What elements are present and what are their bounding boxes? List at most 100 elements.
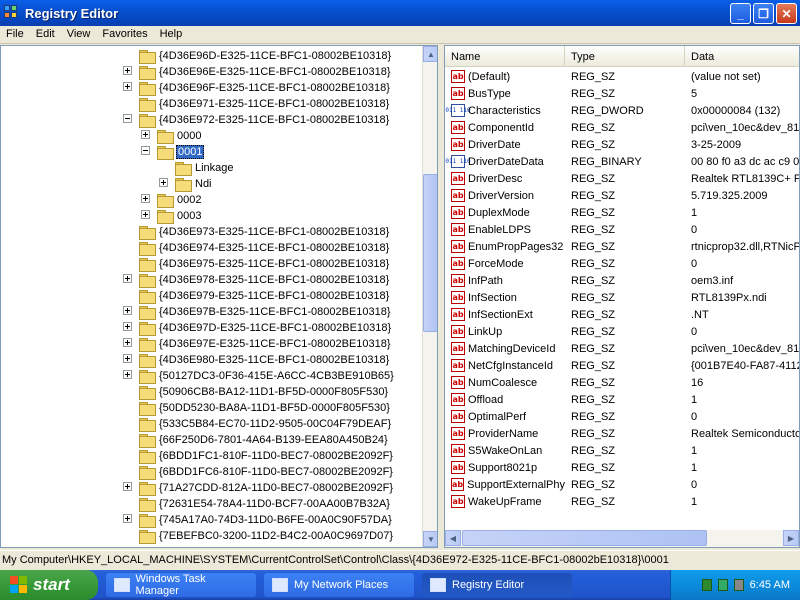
value-row[interactable]: ab SupportExternalPhy REG_SZ 0 [445, 476, 799, 493]
value-row[interactable]: ab BusType REG_SZ 5 [445, 85, 799, 102]
tree-node[interactable]: {4D36E973-E325-11CE-BFC1-08002BE10318} [123, 224, 390, 240]
value-row[interactable]: ab EnumPropPages32 REG_SZ rtnicprop32.dll,R… [445, 238, 799, 255]
maximize-button[interactable]: ❐ [753, 3, 774, 24]
scroll-down-button[interactable]: ▼ [423, 531, 437, 547]
start-button[interactable]: start [0, 570, 98, 600]
tree-node[interactable]: {4D36E96D-E325-11CE-BFC1-08002BE10318} [123, 48, 392, 64]
tree-node[interactable]: 0001 [141, 144, 205, 160]
expand-icon[interactable] [141, 194, 150, 203]
tree-node[interactable]: {6BDD1FC6-810F-11D0-BEC7-08002BE2092F} [123, 464, 394, 480]
value-row[interactable]: ab Support8021p REG_SZ 1 [445, 459, 799, 476]
scroll-up-button[interactable]: ▲ [423, 46, 437, 62]
tree-node[interactable]: {4D36E97E-E325-11CE-BFC1-08002BE10318} [123, 336, 392, 352]
value-row[interactable]: ab DriverDate REG_SZ 3-25-2009 [445, 136, 799, 153]
tree-scrollbar[interactable]: ▲ ▼ [422, 46, 437, 547]
network-icon[interactable] [701, 579, 712, 591]
tree-node[interactable]: {745A17A0-74D3-11D0-B6FE-00A0C90F57DA} [123, 512, 393, 528]
menu-view[interactable]: View [61, 26, 97, 43]
tree-node[interactable]: {4D36E96F-E325-11CE-BFC1-08002BE10318} [123, 80, 391, 96]
column-type[interactable]: Type [565, 46, 685, 67]
value-row[interactable]: ab ComponentId REG_SZ pci\ven_10ec&dev_81 [445, 119, 799, 136]
value-row[interactable]: ab LinkUp REG_SZ 0 [445, 323, 799, 340]
tray-app-icon[interactable] [717, 579, 728, 591]
list-horizontal-scrollbar[interactable]: ◀ ▶ [445, 530, 799, 547]
registry-tree[interactable]: ▲ ▼ {4D36E96D-E325-11CE-BFC1-08002BE1031… [0, 45, 438, 548]
tree-node[interactable]: {4D36E975-E325-11CE-BFC1-08002BE10318} [123, 256, 390, 272]
expand-icon[interactable] [159, 178, 168, 187]
tree-node[interactable]: 0000 [141, 128, 202, 144]
value-row[interactable]: ab DriverVersion REG_SZ 5.719.325.2009 [445, 187, 799, 204]
value-row[interactable]: ab MatchingDeviceId REG_SZ pci\ven_10ec&dev… [445, 340, 799, 357]
taskbar-button-task-manager[interactable]: Windows Task Manager [106, 573, 256, 597]
value-row[interactable]: ab S5WakeOnLan REG_SZ 1 [445, 442, 799, 459]
value-row[interactable]: 011 110 Characteristics REG_DWORD 0x0000008… [445, 102, 799, 119]
expand-icon[interactable] [123, 370, 132, 379]
value-row[interactable]: ab InfPath REG_SZ oem3.inf [445, 272, 799, 289]
menu-file[interactable]: File [0, 26, 30, 43]
value-row[interactable]: ab ForceMode REG_SZ 0 [445, 255, 799, 272]
tree-node[interactable]: Ndi [159, 176, 213, 192]
collapse-icon[interactable] [141, 146, 150, 155]
hscroll-thumb[interactable] [462, 530, 707, 546]
tree-node[interactable]: {4D36E979-E325-11CE-BFC1-08002BE10318} [123, 288, 390, 304]
expand-icon[interactable] [123, 66, 132, 75]
tree-node[interactable]: {50127DC3-0F36-415E-A6CC-4CB3BE910B65} [123, 368, 395, 384]
values-list[interactable]: Name Type Data ab (Default) REG_SZ (value n… [444, 45, 800, 548]
tree-node[interactable]: {4D36E974-E325-11CE-BFC1-08002BE10318} [123, 240, 390, 256]
menu-help[interactable]: Help [154, 26, 189, 43]
volume-icon[interactable] [733, 579, 744, 591]
tree-node[interactable]: Linkage [159, 160, 235, 176]
scroll-right-button[interactable]: ▶ [783, 530, 799, 546]
value-row[interactable]: ab NetCfgInstanceId REG_SZ {001B7E40-FA87-4… [445, 357, 799, 374]
expand-icon[interactable] [123, 306, 132, 315]
tree-node[interactable]: {6BDD1FC1-810F-11D0-BEC7-08002BE2092F} [123, 448, 394, 464]
value-row[interactable]: ab DriverDesc REG_SZ Realtek RTL8139C+ Fa [445, 170, 799, 187]
expand-icon[interactable] [123, 514, 132, 523]
value-row[interactable]: 011 110 DriverDateData REG_BINARY 00 80 f0 … [445, 153, 799, 170]
tree-node[interactable]: {71A27CDD-812A-11D0-BEC7-08002BE2092F} [123, 480, 394, 496]
expand-icon[interactable] [123, 482, 132, 491]
value-row[interactable]: ab ProviderName REG_SZ Realtek Semiconducto… [445, 425, 799, 442]
tree-node[interactable]: {4D36E97D-E325-11CE-BFC1-08002BE10318} [123, 320, 392, 336]
menu-edit[interactable]: Edit [30, 26, 61, 43]
value-row[interactable]: ab WakeUpFrame REG_SZ 1 [445, 493, 799, 510]
expand-icon[interactable] [123, 82, 132, 91]
tree-node[interactable]: {533C5B84-EC70-11D2-9505-00C04F79DEAF} [123, 416, 392, 432]
expand-icon[interactable] [141, 210, 150, 219]
tree-node[interactable]: {4D36E978-E325-11CE-BFC1-08002BE10318} [123, 272, 390, 288]
taskbar-button-network-places[interactable]: My Network Places [264, 573, 414, 597]
close-button[interactable]: ✕ [776, 3, 797, 24]
tree-node[interactable]: {7EBEFBC0-3200-11D2-B4C2-00A0C9697D07} [123, 528, 394, 544]
value-row[interactable]: ab InfSection REG_SZ RTL8139Px.ndi [445, 289, 799, 306]
tree-node[interactable]: {4D36E971-E325-11CE-BFC1-08002BE10318} [123, 96, 390, 112]
tree-node[interactable]: {4D36E97B-E325-11CE-BFC1-08002BE10318} [123, 304, 392, 320]
collapse-icon[interactable] [123, 114, 132, 123]
tree-node[interactable]: {50906CB8-BA12-11D1-BF5D-0000F805F530} [123, 384, 389, 400]
clock[interactable]: 6:45 AM [750, 579, 790, 591]
value-row[interactable]: ab InfSectionExt REG_SZ .NT [445, 306, 799, 323]
expand-icon[interactable] [123, 338, 132, 347]
value-row[interactable]: ab EnableLDPS REG_SZ 0 [445, 221, 799, 238]
expand-icon[interactable] [141, 130, 150, 139]
value-row[interactable]: ab NumCoalesce REG_SZ 16 [445, 374, 799, 391]
value-row[interactable]: ab DuplexMode REG_SZ 1 [445, 204, 799, 221]
tree-node[interactable]: {4D36E96E-E325-11CE-BFC1-08002BE10318} [123, 64, 392, 80]
taskbar-button-registry-editor[interactable]: Registry Editor [422, 573, 572, 597]
column-name[interactable]: Name [445, 46, 565, 67]
tree-node[interactable]: {50DD5230-BA8A-11D1-BF5D-0000F805F530} [123, 400, 391, 416]
tree-node[interactable]: 0003 [141, 208, 202, 224]
minimize-button[interactable]: _ [730, 3, 751, 24]
expand-icon[interactable] [123, 274, 132, 283]
tree-node[interactable]: {4D36E980-E325-11CE-BFC1-08002BE10318} [123, 352, 390, 368]
expand-icon[interactable] [123, 322, 132, 331]
tree-node[interactable]: {4D36E972-E325-11CE-BFC1-08002BE10318} [123, 112, 390, 128]
column-data[interactable]: Data [685, 46, 799, 67]
value-row[interactable]: ab Offload REG_SZ 1 [445, 391, 799, 408]
tree-node[interactable]: {66F250D6-7801-4A64-B139-EEA80A450B24} [123, 432, 389, 448]
menu-favorites[interactable]: Favorites [96, 26, 153, 43]
scroll-thumb[interactable] [423, 174, 437, 332]
scroll-left-button[interactable]: ◀ [445, 530, 461, 546]
tree-node[interactable]: {72631E54-78A4-11D0-BCF7-00AA00B7B32A} [123, 496, 391, 512]
value-row[interactable]: ab (Default) REG_SZ (value not set) [445, 68, 799, 85]
tree-node[interactable]: 0002 [141, 192, 202, 208]
